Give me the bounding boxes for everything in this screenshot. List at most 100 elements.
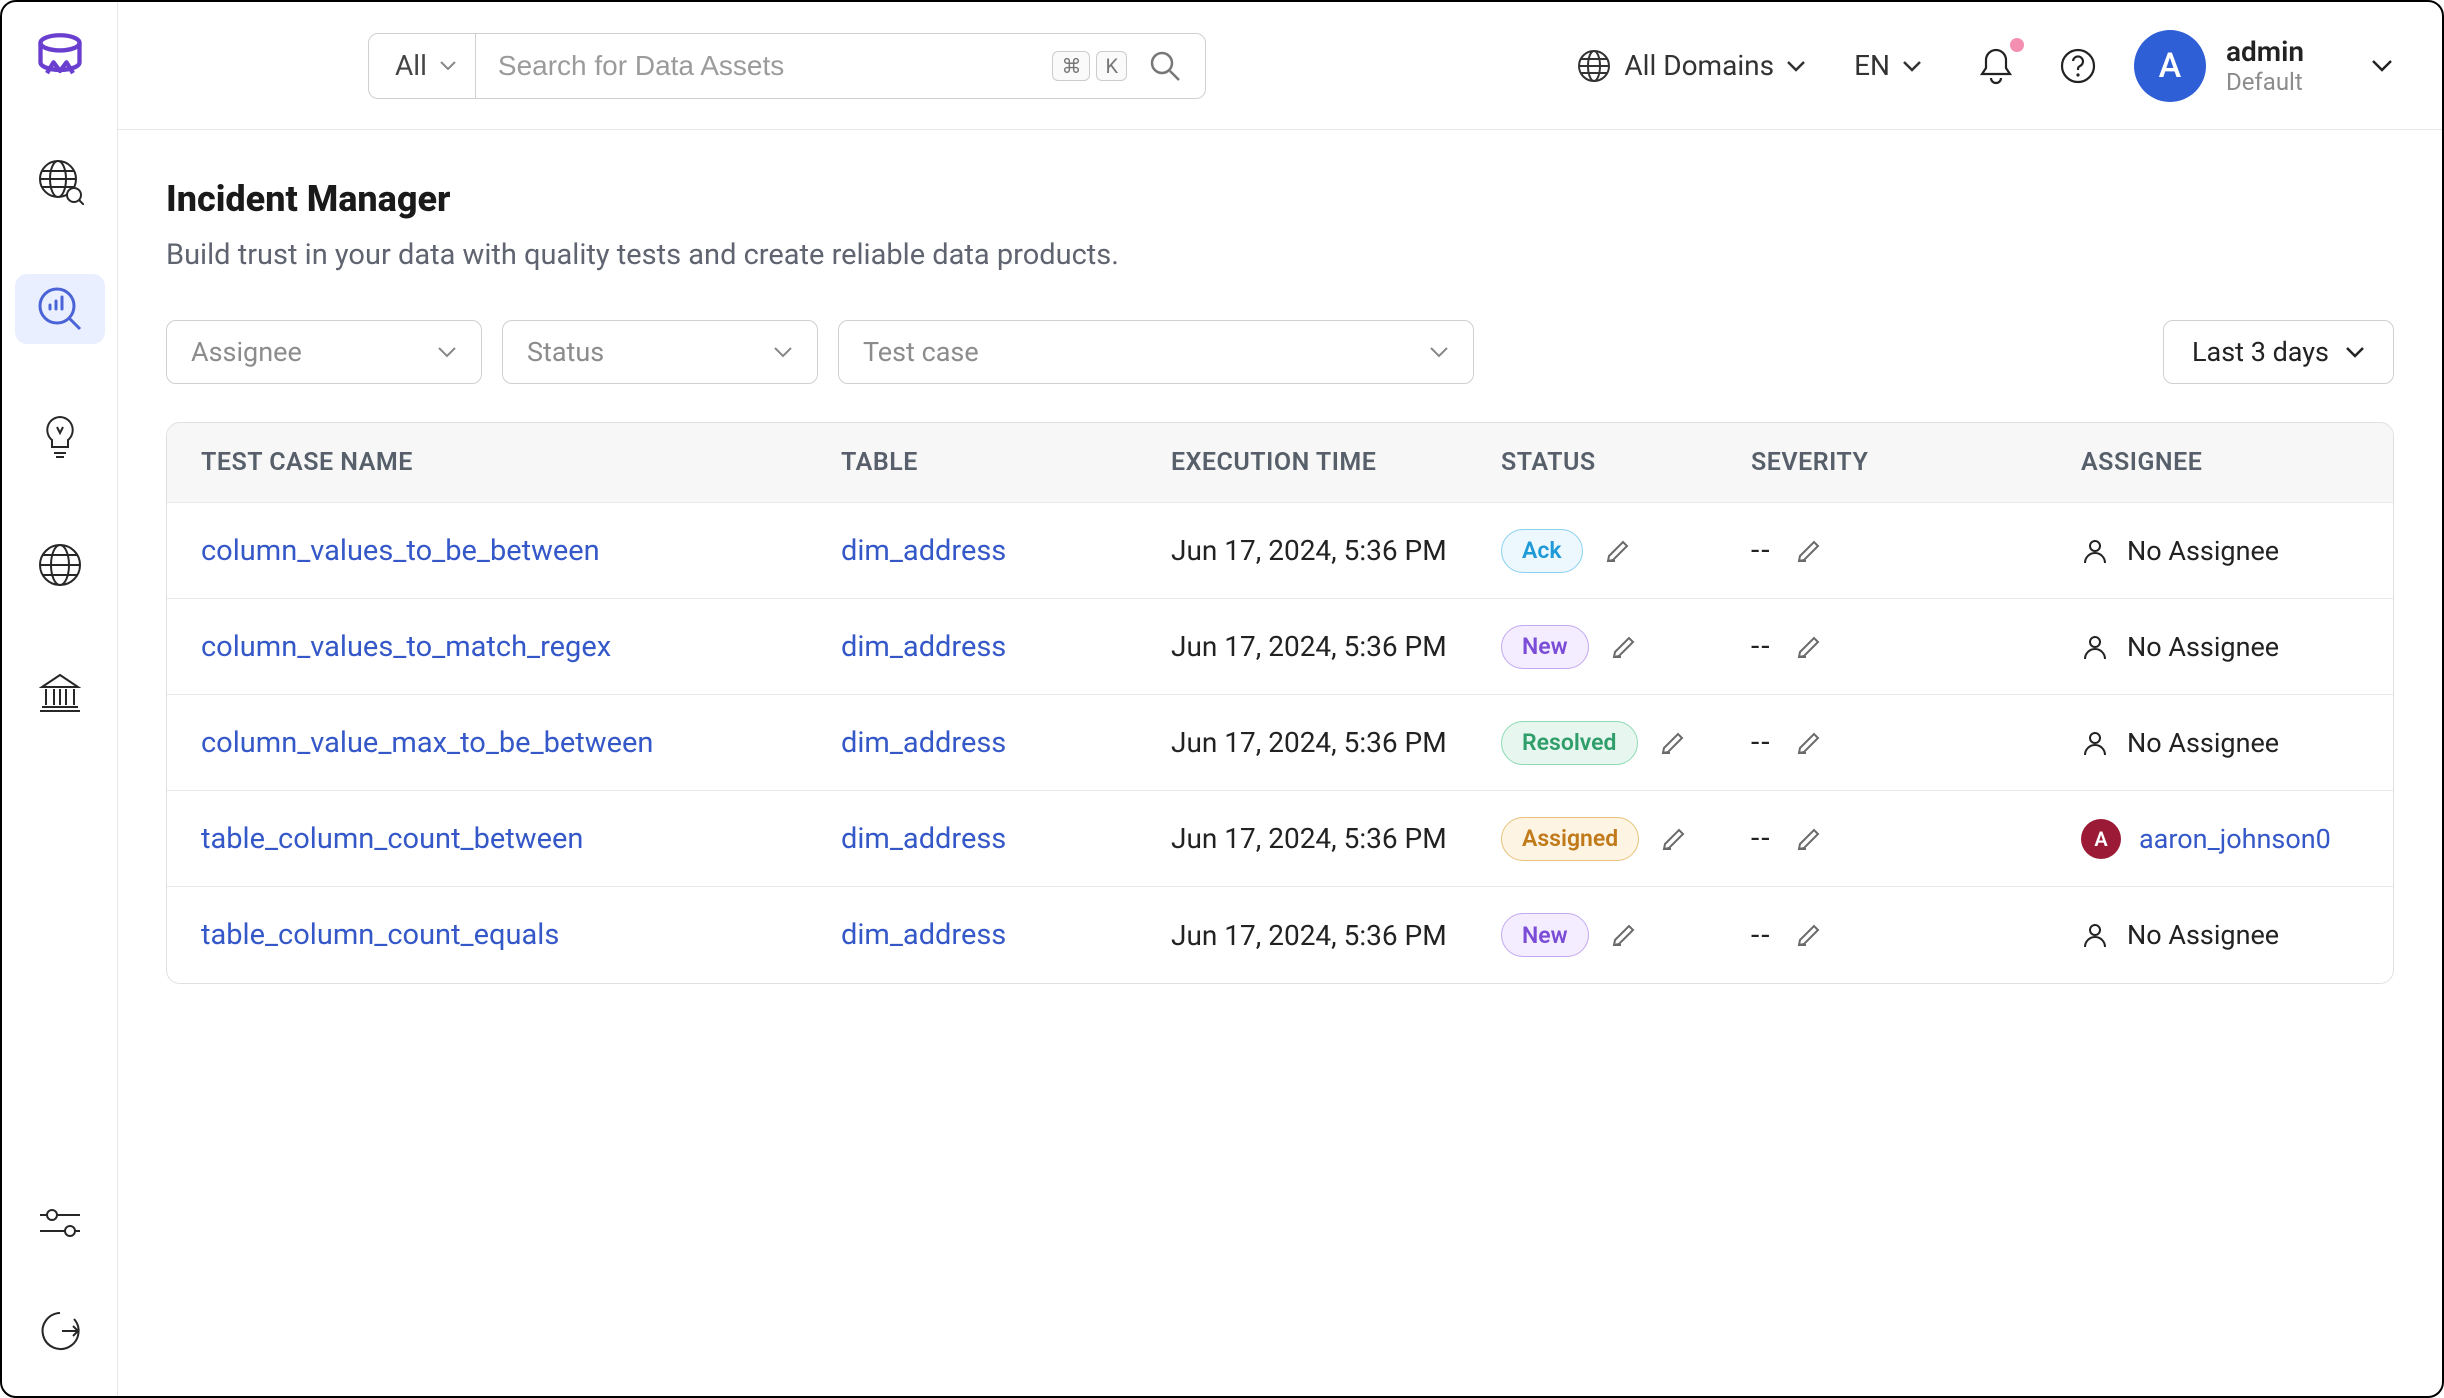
app-logo[interactable] xyxy=(32,30,88,86)
incidents-table: TEST CASE NAME TABLE EXECUTION TIME STAT… xyxy=(166,422,2394,984)
status-badge[interactable]: New xyxy=(1501,625,1589,669)
chevron-down-icon xyxy=(2370,58,2394,74)
no-assignee-label: No Assignee xyxy=(2127,919,2279,951)
table-link[interactable]: dim_address xyxy=(841,822,1006,856)
no-assignee-label: No Assignee xyxy=(2127,535,2279,567)
edit-severity-button[interactable] xyxy=(1796,728,1826,758)
col-header-table: TABLE xyxy=(841,448,1171,477)
status-badge[interactable]: New xyxy=(1501,913,1589,957)
filter-status[interactable]: Status xyxy=(502,320,818,384)
global-search: All ⌘ K xyxy=(368,33,1206,99)
status-badge[interactable]: Resolved xyxy=(1501,721,1638,765)
filters-row: Assignee Status Test case Last 3 days xyxy=(166,320,2394,384)
pencil-icon xyxy=(1661,824,1689,852)
metadata-logo-icon xyxy=(34,32,86,84)
filter-assignee[interactable]: Assignee xyxy=(166,320,482,384)
table-header: TEST CASE NAME TABLE EXECUTION TIME STAT… xyxy=(167,423,2393,503)
person-icon xyxy=(2081,633,2109,661)
edit-status-button[interactable] xyxy=(1661,824,1691,854)
table-link[interactable]: dim_address xyxy=(841,918,1006,952)
domain-picker[interactable]: All Domains xyxy=(1576,48,1806,84)
col-header-assignee: ASSIGNEE xyxy=(2081,448,2359,477)
nav-incident-manager[interactable] xyxy=(15,274,105,344)
person-icon xyxy=(2081,729,2109,757)
edit-status-button[interactable] xyxy=(1605,536,1635,566)
assignee-link[interactable]: aaron_johnson0 xyxy=(2139,823,2331,855)
nav-insights[interactable] xyxy=(15,402,105,472)
no-assignee-label: No Assignee xyxy=(2127,727,2279,759)
col-header-severity: SEVERITY xyxy=(1751,448,2081,477)
status-badge[interactable]: Assigned xyxy=(1501,817,1639,861)
time-range-label: Last 3 days xyxy=(2192,336,2329,368)
nav-explore[interactable] xyxy=(15,146,105,216)
person-icon xyxy=(2081,921,2109,949)
nav-settings[interactable] xyxy=(15,1198,105,1248)
table-link[interactable]: dim_address xyxy=(841,534,1006,568)
person-icon xyxy=(2081,537,2109,565)
filter-testcase[interactable]: Test case xyxy=(838,320,1474,384)
chevron-down-icon xyxy=(773,345,793,359)
globe-icon xyxy=(1576,48,1612,84)
search-icon xyxy=(1148,49,1182,83)
testcase-link[interactable]: column_values_to_be_between xyxy=(201,534,600,568)
notification-dot xyxy=(2010,38,2024,52)
page-body: Incident Manager Build trust in your dat… xyxy=(118,130,2442,1032)
no-assignee-label: No Assignee xyxy=(2127,631,2279,663)
testcase-link[interactable]: table_column_count_between xyxy=(201,822,583,856)
edit-severity-button[interactable] xyxy=(1796,920,1826,950)
help-button[interactable] xyxy=(2052,40,2104,92)
col-header-name: TEST CASE NAME xyxy=(201,448,841,477)
nav-logout[interactable] xyxy=(15,1306,105,1356)
search-scope-select[interactable]: All xyxy=(369,34,476,98)
edit-severity-button[interactable] xyxy=(1796,632,1826,662)
filter-testcase-label: Test case xyxy=(863,336,979,368)
help-icon xyxy=(2059,47,2097,85)
edit-status-button[interactable] xyxy=(1611,632,1641,662)
main-area: All ⌘ K All Domains xyxy=(118,2,2442,1396)
severity-value: -- xyxy=(1751,629,1772,664)
filter-assignee-label: Assignee xyxy=(191,336,302,368)
exec-time: Jun 17, 2024, 5:36 PM xyxy=(1171,534,1447,567)
sliders-icon xyxy=(36,1203,84,1243)
notifications-button[interactable] xyxy=(1970,40,2022,92)
user-name: admin xyxy=(2226,35,2304,68)
exec-time: Jun 17, 2024, 5:36 PM xyxy=(1171,919,1447,952)
table-link[interactable]: dim_address xyxy=(841,726,1006,760)
search-button[interactable] xyxy=(1141,49,1189,83)
bell-icon xyxy=(1977,46,2015,86)
language-picker[interactable]: EN xyxy=(1854,49,1922,82)
table-link[interactable]: dim_address xyxy=(841,630,1006,664)
pencil-icon xyxy=(1660,728,1688,756)
pencil-icon xyxy=(1796,536,1824,564)
pencil-icon xyxy=(1611,632,1639,660)
user-avatar: A xyxy=(2134,30,2206,102)
pencil-icon xyxy=(1796,632,1824,660)
edit-status-button[interactable] xyxy=(1660,728,1690,758)
exec-time: Jun 17, 2024, 5:36 PM xyxy=(1171,726,1447,759)
user-menu[interactable]: A admin Default xyxy=(2134,30,2394,102)
bank-icon xyxy=(36,669,84,717)
testcase-link[interactable]: column_value_max_to_be_between xyxy=(201,726,653,760)
edit-severity-button[interactable] xyxy=(1796,824,1826,854)
lightbulb-icon xyxy=(40,413,80,461)
filter-status-label: Status xyxy=(527,336,604,368)
testcase-link[interactable]: column_values_to_match_regex xyxy=(201,630,611,664)
pencil-icon xyxy=(1796,728,1824,756)
kbd-k: K xyxy=(1096,51,1127,81)
globe-icon xyxy=(36,541,84,589)
language-label: EN xyxy=(1854,49,1890,82)
nav-governance[interactable] xyxy=(15,658,105,728)
testcase-link[interactable]: table_column_count_equals xyxy=(201,918,559,952)
search-shortcut-hint: ⌘ K xyxy=(1052,51,1127,81)
time-range-picker[interactable]: Last 3 days xyxy=(2163,320,2394,384)
status-badge[interactable]: Ack xyxy=(1501,529,1583,573)
edit-status-button[interactable] xyxy=(1611,920,1641,950)
nav-domains[interactable] xyxy=(15,530,105,600)
chevron-down-icon xyxy=(1902,59,1922,73)
edit-severity-button[interactable] xyxy=(1796,536,1826,566)
exec-time: Jun 17, 2024, 5:36 PM xyxy=(1171,822,1447,855)
col-header-status: STATUS xyxy=(1501,448,1751,477)
search-input[interactable] xyxy=(476,50,1053,82)
assignee-avatar: A xyxy=(2081,819,2121,859)
chevron-down-icon xyxy=(439,60,457,72)
